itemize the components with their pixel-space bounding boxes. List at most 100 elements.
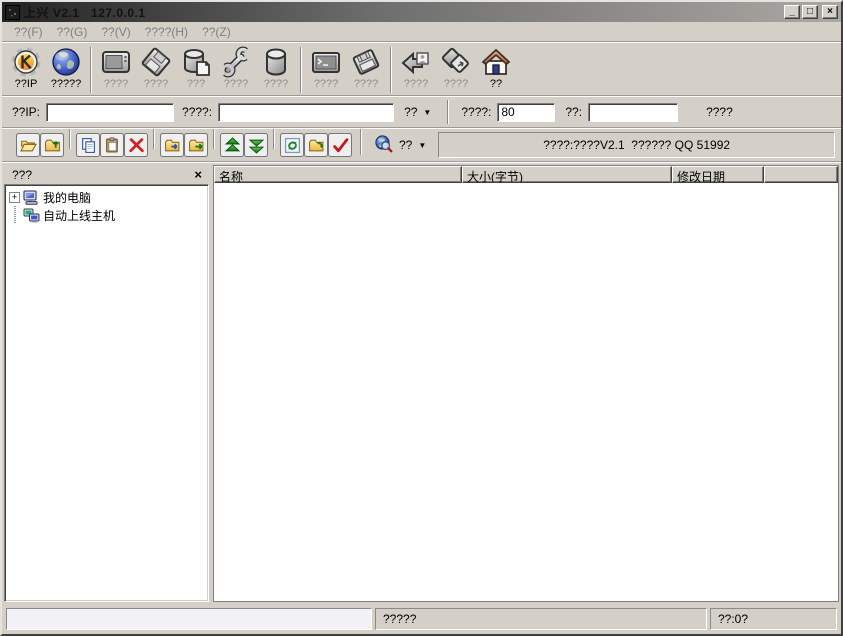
tool-label: ???? xyxy=(144,78,168,90)
toolbar-separator xyxy=(300,47,302,93)
sidebar-panel: ??? × + 我的电脑 xyxy=(4,165,209,602)
copy-icon xyxy=(80,137,97,154)
column-header-name[interactable]: 名称 xyxy=(214,166,462,183)
database-file-icon xyxy=(180,46,212,78)
settings-wrench-button[interactable]: ???? xyxy=(216,45,256,91)
address-bar: ??IP: ????: ?? ▼ ????: ??: ???? xyxy=(2,97,841,127)
search-label: ?? xyxy=(399,138,412,152)
back-capture-button[interactable]: ???? xyxy=(396,45,436,91)
title-bar[interactable]: 上兴 V2.1 127.0.0.1 _ □ × xyxy=(2,2,841,22)
menu-about[interactable]: ??(Z) xyxy=(196,23,237,41)
tree-connector xyxy=(7,206,20,224)
database-icon xyxy=(260,46,292,78)
port-input[interactable] xyxy=(497,103,555,122)
terminal-button[interactable]: ???? xyxy=(306,45,346,91)
file-toolbar: ?? ▼ ????:????V2.1 ?????? QQ 51992 xyxy=(2,129,841,161)
upload-button[interactable] xyxy=(220,133,244,157)
minimize-button[interactable]: _ xyxy=(784,5,800,19)
app-window: 上兴 V2.1 127.0.0.1 _ □ × ??(F) ??(G) ??(V… xyxy=(0,0,843,636)
tree-item-my-computer[interactable]: + 我的电脑 xyxy=(7,188,206,206)
wrench-icon xyxy=(220,46,252,78)
target-label: ????: xyxy=(182,105,212,119)
sync-folder-button[interactable] xyxy=(304,133,328,157)
home-icon xyxy=(480,46,512,78)
toolbar-separator xyxy=(69,129,71,149)
tree-item-label[interactable]: 自动上线主机 xyxy=(43,207,115,224)
expand-plus-icon[interactable]: + xyxy=(9,192,20,203)
target-input[interactable] xyxy=(218,103,394,122)
sidebar-header: ??? × xyxy=(4,165,209,184)
status-message: ????? xyxy=(375,608,707,630)
open-folder-button[interactable] xyxy=(16,133,40,157)
status-bar: ????? ??:0? xyxy=(2,606,841,634)
close-button[interactable]: × xyxy=(822,5,838,19)
paste-button[interactable] xyxy=(100,133,124,157)
toolbar-separator xyxy=(153,129,155,149)
column-header-size[interactable]: 大小(字节) xyxy=(462,166,672,183)
disk-icon xyxy=(350,46,382,78)
download-button[interactable] xyxy=(244,133,268,157)
configure-ip-button[interactable]: ??IP xyxy=(6,45,46,91)
back-photo-icon xyxy=(400,46,432,78)
globe-search-icon xyxy=(374,134,393,156)
app-icon[interactable] xyxy=(5,5,20,20)
tool-label: ???? xyxy=(224,78,248,90)
sidebar-title: ??? xyxy=(12,168,32,182)
database-file-button[interactable]: ??? xyxy=(176,45,216,91)
copy-to-folder-button[interactable] xyxy=(184,133,208,157)
switch-layers-button[interactable]: ???? xyxy=(436,45,476,91)
check-icon xyxy=(332,137,349,154)
search-dropdown[interactable]: ?? ▼ xyxy=(370,132,430,158)
move-to-folder-icon xyxy=(164,137,181,154)
tree-item-online-hosts[interactable]: 自动上线主机 xyxy=(7,206,206,224)
copy-button[interactable] xyxy=(76,133,100,157)
tree-item-label[interactable]: 我的电脑 xyxy=(43,189,91,206)
toolbar-separator xyxy=(90,47,92,93)
monitor-icon xyxy=(100,46,132,78)
sidebar-close-button[interactable]: × xyxy=(191,168,205,181)
go-button[interactable]: ???? xyxy=(706,105,733,119)
tool-label: ???? xyxy=(104,78,128,90)
toolbar-separator xyxy=(360,129,362,155)
database-button[interactable]: ???? xyxy=(256,45,296,91)
menu-file[interactable]: ??(F) xyxy=(8,23,49,41)
remote-screen-button[interactable]: ???? xyxy=(96,45,136,91)
gear-settings-icon xyxy=(10,46,42,78)
info-text: ????:????V2.1 ?????? QQ 51992 xyxy=(543,138,730,152)
tool-label: ???? xyxy=(264,78,288,90)
progress-area xyxy=(6,608,372,630)
window-controls: _ □ × xyxy=(784,5,838,19)
download-arrows-icon xyxy=(248,137,265,154)
delete-button[interactable] xyxy=(124,133,148,157)
upload-folder-button[interactable] xyxy=(40,133,64,157)
tool-label: ???? xyxy=(314,78,338,90)
menu-tools[interactable]: ??(G) xyxy=(51,23,94,41)
home-button[interactable]: ?? xyxy=(476,45,516,91)
refresh-button[interactable] xyxy=(280,133,304,157)
file-list-body[interactable] xyxy=(214,183,838,601)
maximize-button[interactable]: □ xyxy=(802,5,818,19)
file-list-panel: 名称 大小(字节) 修改日期 xyxy=(213,165,839,602)
column-header-blank[interactable] xyxy=(764,166,838,183)
file-disk-button[interactable]: ???? xyxy=(136,45,176,91)
password-input[interactable] xyxy=(588,103,678,122)
tool-label: ???? xyxy=(404,78,428,90)
main-area: ??? × + 我的电脑 xyxy=(2,163,841,606)
confirm-button[interactable] xyxy=(328,133,352,157)
toolbar-separator xyxy=(390,47,392,93)
chevron-down-icon: ▼ xyxy=(423,108,431,117)
move-to-folder-button[interactable] xyxy=(160,133,184,157)
menu-help[interactable]: ????(H) xyxy=(139,23,194,41)
column-header-date[interactable]: 修改日期 xyxy=(672,166,764,183)
globe-icon xyxy=(50,46,82,78)
mode-dropdown[interactable]: ?? ▼ xyxy=(400,103,435,121)
delete-x-icon xyxy=(128,137,145,154)
menu-view[interactable]: ??(V) xyxy=(95,23,136,41)
column-header-row: 名称 大小(字节) 修改日期 xyxy=(214,166,838,183)
disk-button[interactable]: ???? xyxy=(346,45,386,91)
port-label: ????: xyxy=(461,105,491,119)
network-scan-button[interactable]: ????? xyxy=(46,45,86,91)
upload-arrows-icon xyxy=(224,137,241,154)
host-tree[interactable]: + 我的电脑 xyxy=(4,184,209,602)
ip-input[interactable] xyxy=(46,103,174,122)
